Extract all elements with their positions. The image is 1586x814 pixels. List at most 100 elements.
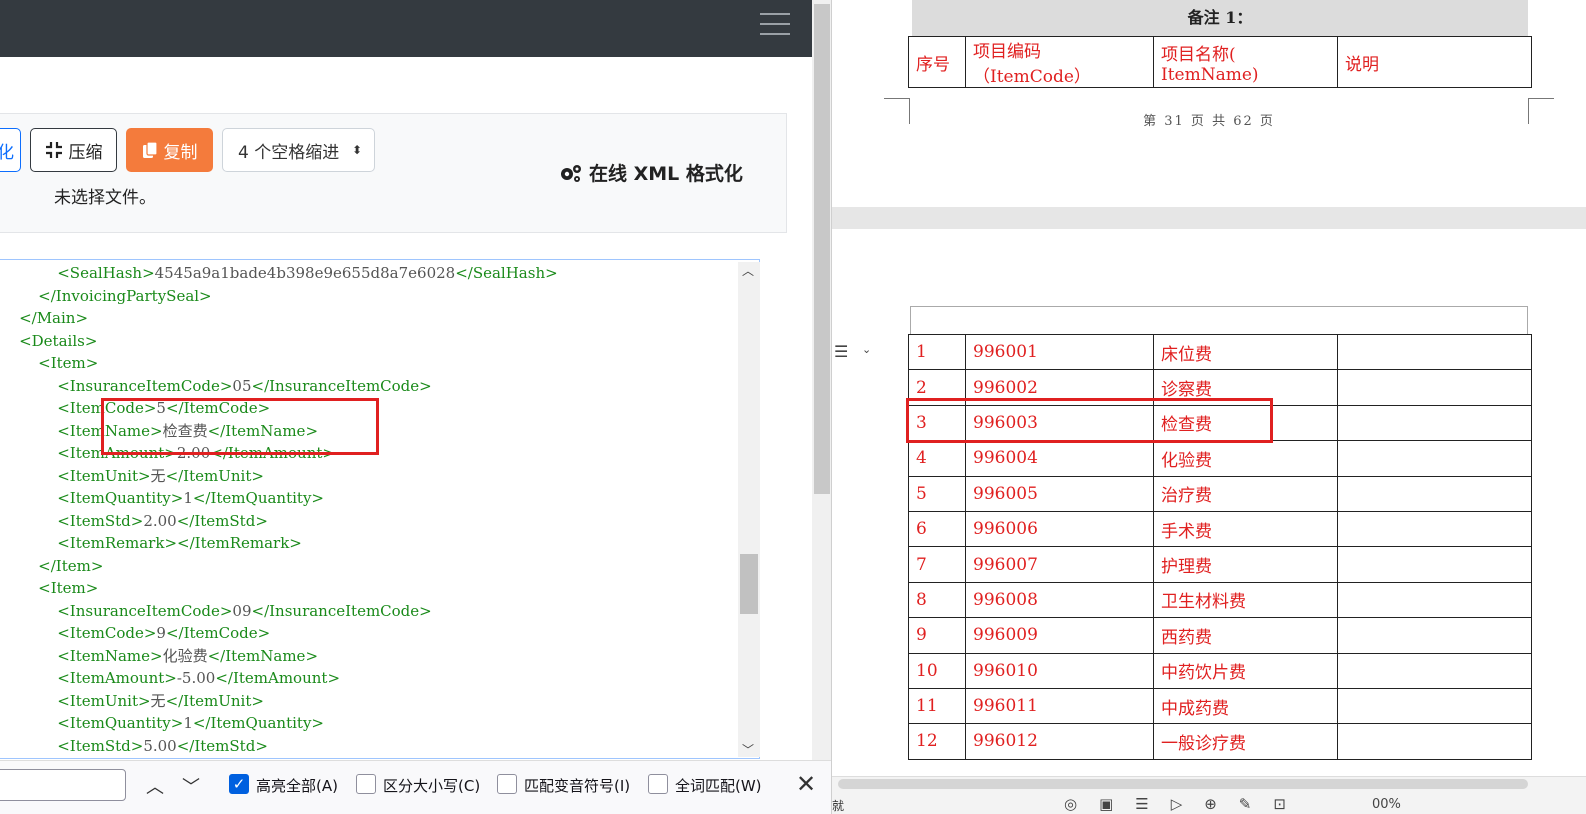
xml-line: <ItemAmount>-5.00</ItemAmount> bbox=[0, 667, 558, 690]
layout-icon[interactable]: ☰ bbox=[834, 342, 848, 361]
xml-close-tag: </ItemName> bbox=[207, 646, 319, 665]
match-diacritics-checkbox[interactable] bbox=[497, 774, 517, 794]
format-button[interactable]: 化 bbox=[0, 128, 21, 172]
table-row: 1 996001 床位费 bbox=[908, 333, 1532, 371]
match-case-label[interactable]: 区分大小写(C) bbox=[383, 775, 480, 796]
xml-open-tag: <ItemQuantity> bbox=[57, 489, 184, 507]
page-scroll-thumb[interactable] bbox=[814, 4, 830, 494]
xml-text: 2.00 bbox=[143, 511, 177, 530]
table-continuation-top bbox=[910, 306, 1528, 334]
xml-close-tag: </ItemRemark> bbox=[177, 534, 302, 552]
xml-open-tag: <ItemQuantity> bbox=[57, 714, 184, 732]
indent-select[interactable]: 4 个空格缩进 ⬍ bbox=[222, 128, 375, 172]
table-cell: 1 bbox=[908, 333, 966, 371]
table-row: 7 996007 护理费 bbox=[908, 546, 1532, 583]
table-cell: 11 bbox=[908, 687, 966, 725]
table-cell bbox=[1337, 404, 1532, 442]
chevron-down-icon[interactable]: ⌄ bbox=[862, 343, 871, 356]
xml-close-tag: </ItemAmount> bbox=[215, 669, 341, 687]
find-next-icon[interactable]: ﹀ bbox=[182, 773, 200, 799]
view-mode-icons[interactable]: ◎▣☰▷⊕✎⊡ bbox=[1064, 795, 1308, 813]
hamburger-icon[interactable] bbox=[760, 11, 790, 37]
table-cell: 6 bbox=[908, 510, 966, 548]
table-cell: 996008 bbox=[965, 581, 1154, 619]
table-cell: 996005 bbox=[965, 475, 1154, 512]
table-cell: 996010 bbox=[965, 652, 1154, 689]
table-cell: 手术费 bbox=[1153, 510, 1338, 548]
xml-open-tag: <ItemStd> bbox=[57, 736, 144, 755]
table-cell: 9 bbox=[908, 617, 966, 654]
highlight-all-checkbox[interactable]: ✓ bbox=[229, 774, 249, 794]
xml-text: 无 bbox=[150, 691, 166, 710]
xml-open-tag: <Item> bbox=[38, 579, 99, 597]
xml-close-tag: </InsuranceItemCode> bbox=[251, 601, 432, 620]
xml-text: 无 bbox=[150, 466, 166, 485]
xml-close-tag: </ItemStd> bbox=[176, 736, 268, 755]
table-cell: 996011 bbox=[965, 687, 1154, 725]
copy-button[interactable]: 复制 bbox=[126, 128, 213, 172]
zoom-level[interactable]: 00% bbox=[1372, 797, 1401, 812]
xml-text: 09 bbox=[232, 601, 252, 620]
select-arrows-icon: ⬍ bbox=[351, 143, 362, 157]
table-row: 5 996005 治疗费 bbox=[908, 475, 1532, 512]
find-input[interactable] bbox=[0, 769, 126, 801]
scroll-up-icon[interactable]: ︿ bbox=[742, 262, 754, 279]
match-case-checkbox[interactable] bbox=[356, 774, 376, 794]
xml-close-tag: </ItemQuantity> bbox=[192, 489, 324, 507]
close-icon[interactable]: ✕ bbox=[796, 770, 816, 798]
xml-line: <ItemUnit>无</ItemUnit> bbox=[0, 690, 558, 713]
table-cell bbox=[1337, 333, 1532, 371]
whole-words-label[interactable]: 全词匹配(W) bbox=[675, 775, 762, 796]
scroll-down-icon[interactable]: ﹀ bbox=[742, 741, 754, 758]
xml-text: 9 bbox=[156, 624, 166, 642]
file-status-text: 未选择文件。 bbox=[54, 188, 156, 208]
xml-open-tag: <ItemRemark> bbox=[57, 534, 178, 552]
code-table-header: 序号 项目编码（ItemCode） 项目名称( ItemName) 说明 bbox=[908, 36, 1532, 88]
table-cell: 996012 bbox=[965, 723, 1154, 760]
horizontal-scrollbar[interactable] bbox=[838, 779, 1528, 789]
page-title: 在线 XML 格式化 bbox=[559, 159, 743, 186]
match-diacritics-label[interactable]: 匹配变音符号(I) bbox=[524, 775, 630, 796]
table-cell bbox=[1337, 369, 1532, 406]
page-scrollbar[interactable] bbox=[812, 0, 832, 760]
xml-text: 化验费 bbox=[162, 646, 208, 665]
xml-line: <Item> bbox=[0, 352, 558, 375]
table-row: 6 996006 手术费 bbox=[908, 510, 1532, 548]
editor-scrollbar[interactable] bbox=[738, 262, 760, 757]
highlight-all-label[interactable]: 高亮全部(A) bbox=[256, 775, 338, 796]
find-previous-icon[interactable]: ︿ bbox=[146, 773, 164, 799]
editor-scroll-thumb[interactable] bbox=[740, 554, 758, 614]
xml-editor[interactable]: <SealHash>4545a9a1bade4b398e9e655d8a7e60… bbox=[0, 259, 760, 759]
table-cell bbox=[1337, 440, 1532, 477]
table-cell: 10 bbox=[908, 652, 966, 689]
table-cell: 996004 bbox=[965, 440, 1154, 477]
xml-open-tag: <Item> bbox=[38, 354, 99, 372]
table-row: 12 996012 一般诊疗费 bbox=[908, 723, 1532, 760]
table-cell bbox=[1337, 723, 1532, 760]
xml-open-tag: <ItemUnit> bbox=[57, 466, 151, 485]
xml-text: 4545a9a1bade4b398e9e655d8a7e6028 bbox=[154, 264, 456, 282]
header-cell-itemcode: 项目编码（ItemCode） bbox=[965, 36, 1154, 88]
table-cell: 一般诊疗费 bbox=[1153, 723, 1338, 760]
xml-text: 1 bbox=[183, 489, 193, 507]
xml-line: <ItemUnit>无</ItemUnit> bbox=[0, 465, 558, 488]
xml-line: <ItemQuantity>1</ItemQuantity> bbox=[0, 487, 558, 510]
copy-button-label: 复制 bbox=[163, 142, 198, 163]
remark-title: 备注 1： bbox=[912, 0, 1528, 36]
xml-open-tag: <Details> bbox=[19, 331, 98, 350]
browser-pane: 化 压缩 复制 4 个空格缩进 ⬍ 未选择文件。 在线 XML 格式化 <Sea… bbox=[0, 0, 812, 814]
xml-open-tag: <ItemAmount> bbox=[57, 669, 177, 687]
xml-line: </Main> bbox=[0, 307, 558, 330]
compress-button[interactable]: 压缩 bbox=[30, 128, 117, 172]
xml-line: <Item> bbox=[0, 577, 558, 600]
header-cell-itemname: 项目名称( ItemName) bbox=[1153, 36, 1338, 88]
xml-close-tag: </ItemStd> bbox=[176, 511, 268, 530]
table-cell: 7 bbox=[908, 546, 966, 583]
whole-words-checkbox[interactable] bbox=[648, 774, 668, 794]
xml-close-tag: </ItemUnit> bbox=[165, 691, 264, 710]
xml-close-tag: </ItemCode> bbox=[165, 624, 271, 642]
xml-line: </InvoicingPartySeal> bbox=[0, 285, 558, 308]
compress-button-label: 压缩 bbox=[68, 142, 103, 163]
xml-line: <InsuranceItemCode>09</InsuranceItemCode… bbox=[0, 600, 558, 623]
header-cell-note: 说明 bbox=[1337, 36, 1532, 88]
